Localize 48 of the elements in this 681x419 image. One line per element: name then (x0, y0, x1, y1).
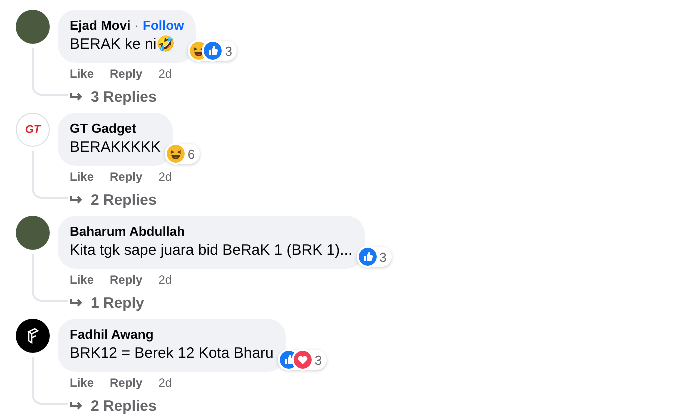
reaction-badge[interactable]: 3 (278, 350, 328, 370)
reply-arrow-icon (70, 194, 83, 206)
separator-dot: · (134, 17, 140, 35)
reaction-count: 3 (380, 250, 387, 264)
avatar-logo[interactable]: GT (16, 113, 50, 147)
comment-action-link[interactable]: Reply (110, 169, 143, 185)
like-reaction-icon (204, 42, 222, 60)
reaction-badge[interactable]: 6 (164, 144, 200, 164)
comment-action-link[interactable]: Like (70, 272, 94, 288)
comment-action-link[interactable]: Like (70, 66, 94, 82)
reply-arrow-icon (70, 298, 83, 310)
reply-arrow-icon (70, 92, 83, 104)
comment-action-link[interactable]: Reply (110, 66, 143, 82)
view-replies-link[interactable]: 2 Replies (54, 398, 157, 415)
avatar-photo-placeholder[interactable] (16, 216, 50, 250)
comment-text: BERAK ke ni🤣 (70, 35, 177, 55)
follow-link[interactable]: Follow (143, 17, 184, 35)
logo-text: GT (25, 124, 41, 136)
timestamp[interactable]: 2d (158, 375, 172, 391)
author-name[interactable]: Ejad Movi (70, 17, 131, 35)
view-replies-link[interactable]: 1 Reply (54, 295, 144, 312)
reaction-count: 6 (188, 148, 196, 160)
view-replies-link[interactable]: 3 Replies (54, 89, 157, 106)
author-name[interactable]: GT Gadget (70, 120, 136, 138)
avatar-photo-placeholder[interactable] (16, 10, 50, 44)
comment-action-link[interactable]: Like (70, 169, 94, 185)
logo-mark-icon (26, 328, 40, 344)
timestamp[interactable]: 2d (158, 272, 172, 288)
reaction-badge[interactable]: 3 (188, 41, 238, 61)
reaction-count: 3 (314, 354, 322, 366)
comment-text: Kita tgk sape juara bid BeRaK 1 (BRK 1)... (70, 241, 353, 261)
timestamp[interactable]: 2d (158, 66, 172, 82)
reaction-count: 3 (225, 44, 232, 58)
avatar-logo[interactable] (16, 319, 50, 353)
like-reaction-icon (358, 248, 377, 266)
comment-action-link[interactable]: Reply (110, 272, 143, 288)
reply-arrow-icon (70, 400, 83, 412)
view-replies-link[interactable]: 2 Replies (54, 192, 157, 209)
reaction-badge[interactable]: 3 (356, 247, 392, 267)
author-name[interactable]: Baharum Abdullah (70, 223, 186, 241)
comment-text: BERAKKKKK (70, 138, 161, 158)
heart-reaction-icon (294, 351, 312, 369)
comment-text: BRK12 = Berek 12 Kota Bharu (70, 344, 274, 364)
timestamp[interactable]: 2d (158, 169, 172, 185)
comment-action-link[interactable]: Like (70, 375, 94, 391)
author-name[interactable]: Fadhil Awang (70, 326, 154, 344)
laughing-reaction-icon (166, 145, 185, 163)
comment-action-link[interactable]: Reply (110, 375, 143, 391)
